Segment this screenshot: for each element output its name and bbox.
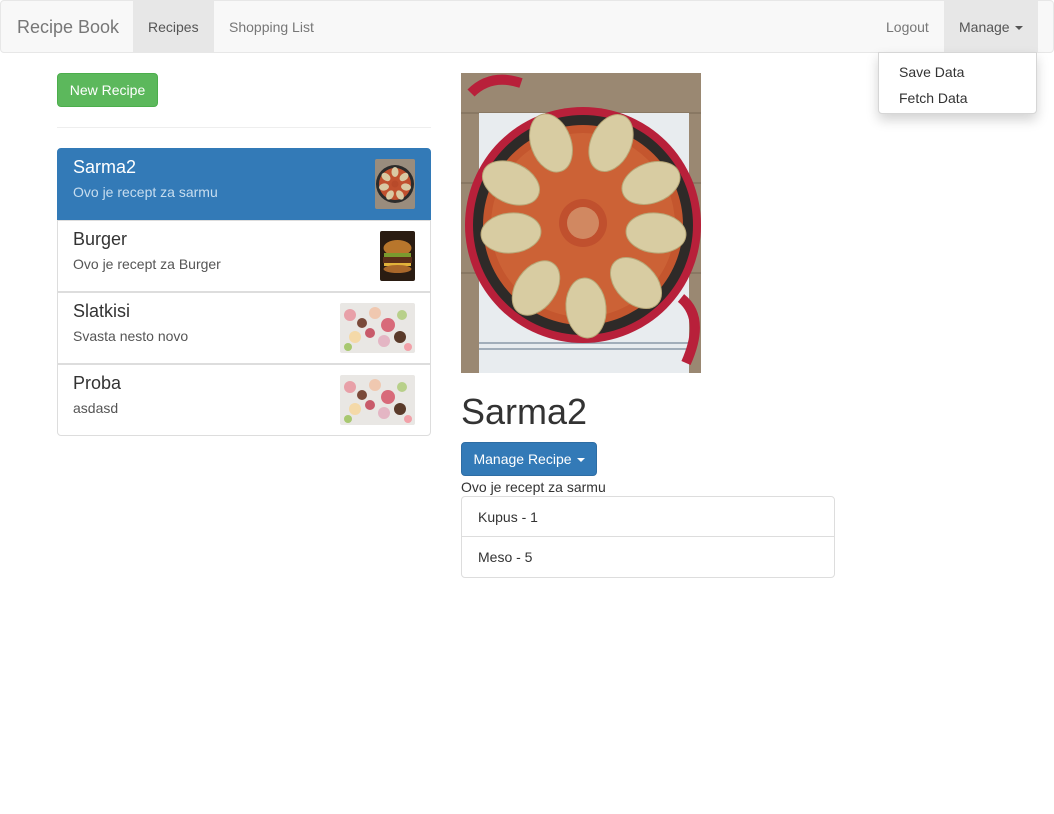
recipe-thumbnail <box>380 231 415 281</box>
recipe-name: Burger <box>73 229 128 249</box>
manage-recipe-label: Manage Recipe <box>473 451 572 467</box>
recipe-name: Proba <box>73 373 122 393</box>
logout-link[interactable]: Logout <box>871 1 944 52</box>
save-data-item[interactable]: Save Data <box>899 62 964 82</box>
ingredient-item[interactable]: Meso - 5 <box>461 536 835 578</box>
caret-down-icon <box>576 458 585 463</box>
brand-link[interactable]: Recipe Book <box>17 1 119 52</box>
nav-recipes[interactable]: Recipes <box>133 1 214 52</box>
recipe-description: Ovo je recept za sarmu <box>73 184 218 200</box>
recipe-thumbnail <box>340 303 415 353</box>
recipe-description: asdasd <box>73 400 119 416</box>
nav-shopping-list[interactable]: Shopping List <box>214 1 330 52</box>
manage-recipe-button[interactable]: Manage Recipe <box>461 442 597 476</box>
recipe-description: Svasta nesto novo <box>73 328 189 344</box>
ingredients-list: Kupus - 1 Meso - 5 <box>461 496 835 578</box>
recipe-list-item-slatkisi[interactable]: Slatkisi Svasta nesto novo <box>57 292 431 364</box>
fetch-data-item[interactable]: Fetch Data <box>899 88 967 108</box>
recipe-detail-image <box>461 73 701 373</box>
recipe-description: Ovo je recept za Burger <box>73 256 221 272</box>
new-recipe-button[interactable]: New Recipe <box>57 73 158 107</box>
manage-label: Manage <box>959 19 1010 35</box>
recipe-detail-title: Sarma2 <box>461 391 588 432</box>
recipe-list-item-proba[interactable]: Proba asdasd <box>57 364 431 436</box>
recipe-name: Slatkisi <box>73 301 131 321</box>
divider <box>57 127 431 128</box>
caret-down-icon <box>1014 26 1023 31</box>
ingredient-item[interactable]: Kupus - 1 <box>461 496 835 537</box>
navbar: Recipe Book Recipes Shopping List Logout… <box>0 0 1054 53</box>
recipe-thumbnail <box>375 159 415 209</box>
recipe-list-item-burger[interactable]: Burger Ovo je recept za Burger <box>57 220 431 292</box>
recipe-detail-description: Ovo je recept za sarmu <box>461 479 606 495</box>
manage-dropdown-toggle[interactable]: Manage <box>944 1 1038 52</box>
manage-dropdown-menu: Save Data Fetch Data <box>878 52 1037 114</box>
recipe-name: Sarma2 <box>73 157 137 177</box>
recipe-thumbnail <box>340 375 415 425</box>
recipe-list-item-sarma2[interactable]: Sarma2 Ovo je recept za sarmu <box>57 148 431 220</box>
